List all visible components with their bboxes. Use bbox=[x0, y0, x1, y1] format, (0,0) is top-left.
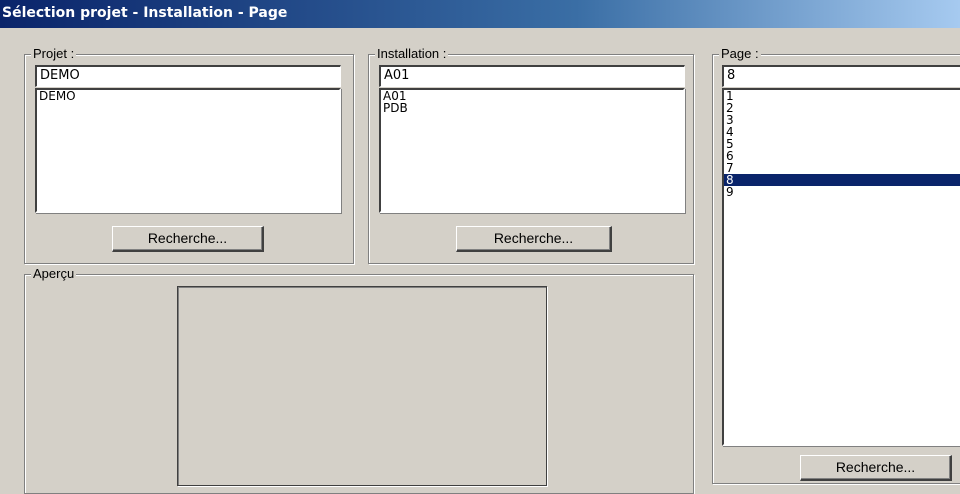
page-search-button[interactable]: Recherche... bbox=[800, 455, 952, 481]
installation-list-item[interactable]: PDB bbox=[381, 102, 683, 114]
page-list[interactable]: 123456789 bbox=[722, 88, 960, 446]
page-list-item[interactable]: 4 bbox=[724, 126, 960, 138]
page-input[interactable]: 8 bbox=[722, 65, 960, 87]
page-list-item[interactable]: 8 bbox=[724, 174, 960, 186]
page-list-item[interactable]: 2 bbox=[724, 102, 960, 114]
page-list-item[interactable]: 5 bbox=[724, 138, 960, 150]
installation-list-item[interactable]: A01 bbox=[381, 90, 683, 102]
page-list-item[interactable]: 6 bbox=[724, 150, 960, 162]
projet-search-button[interactable]: Recherche... bbox=[112, 226, 264, 252]
projet-list-item[interactable]: DEMO bbox=[37, 90, 339, 102]
apercu-label: Aperçu bbox=[31, 266, 77, 282]
projet-list[interactable]: DEMO bbox=[35, 88, 341, 213]
page-list-item[interactable]: 7 bbox=[724, 162, 960, 174]
installation-input[interactable]: A01 bbox=[379, 65, 685, 87]
window-title-bar[interactable]: Sélection projet - Installation - Page bbox=[0, 0, 960, 28]
installation-label: Installation : bbox=[375, 46, 449, 62]
page-label: Page : bbox=[719, 46, 761, 62]
preview-area bbox=[177, 286, 547, 486]
page-list-item[interactable]: 9 bbox=[724, 186, 960, 198]
installation-list[interactable]: A01 PDB bbox=[379, 88, 685, 213]
page-list-item[interactable]: 1 bbox=[724, 90, 960, 102]
installation-search-button[interactable]: Recherche... bbox=[456, 226, 612, 252]
projet-label: Projet : bbox=[31, 46, 77, 62]
page-list-item[interactable]: 3 bbox=[724, 114, 960, 126]
window-title: Sélection projet - Installation - Page bbox=[2, 5, 288, 21]
projet-input[interactable]: DEMO bbox=[35, 65, 341, 87]
